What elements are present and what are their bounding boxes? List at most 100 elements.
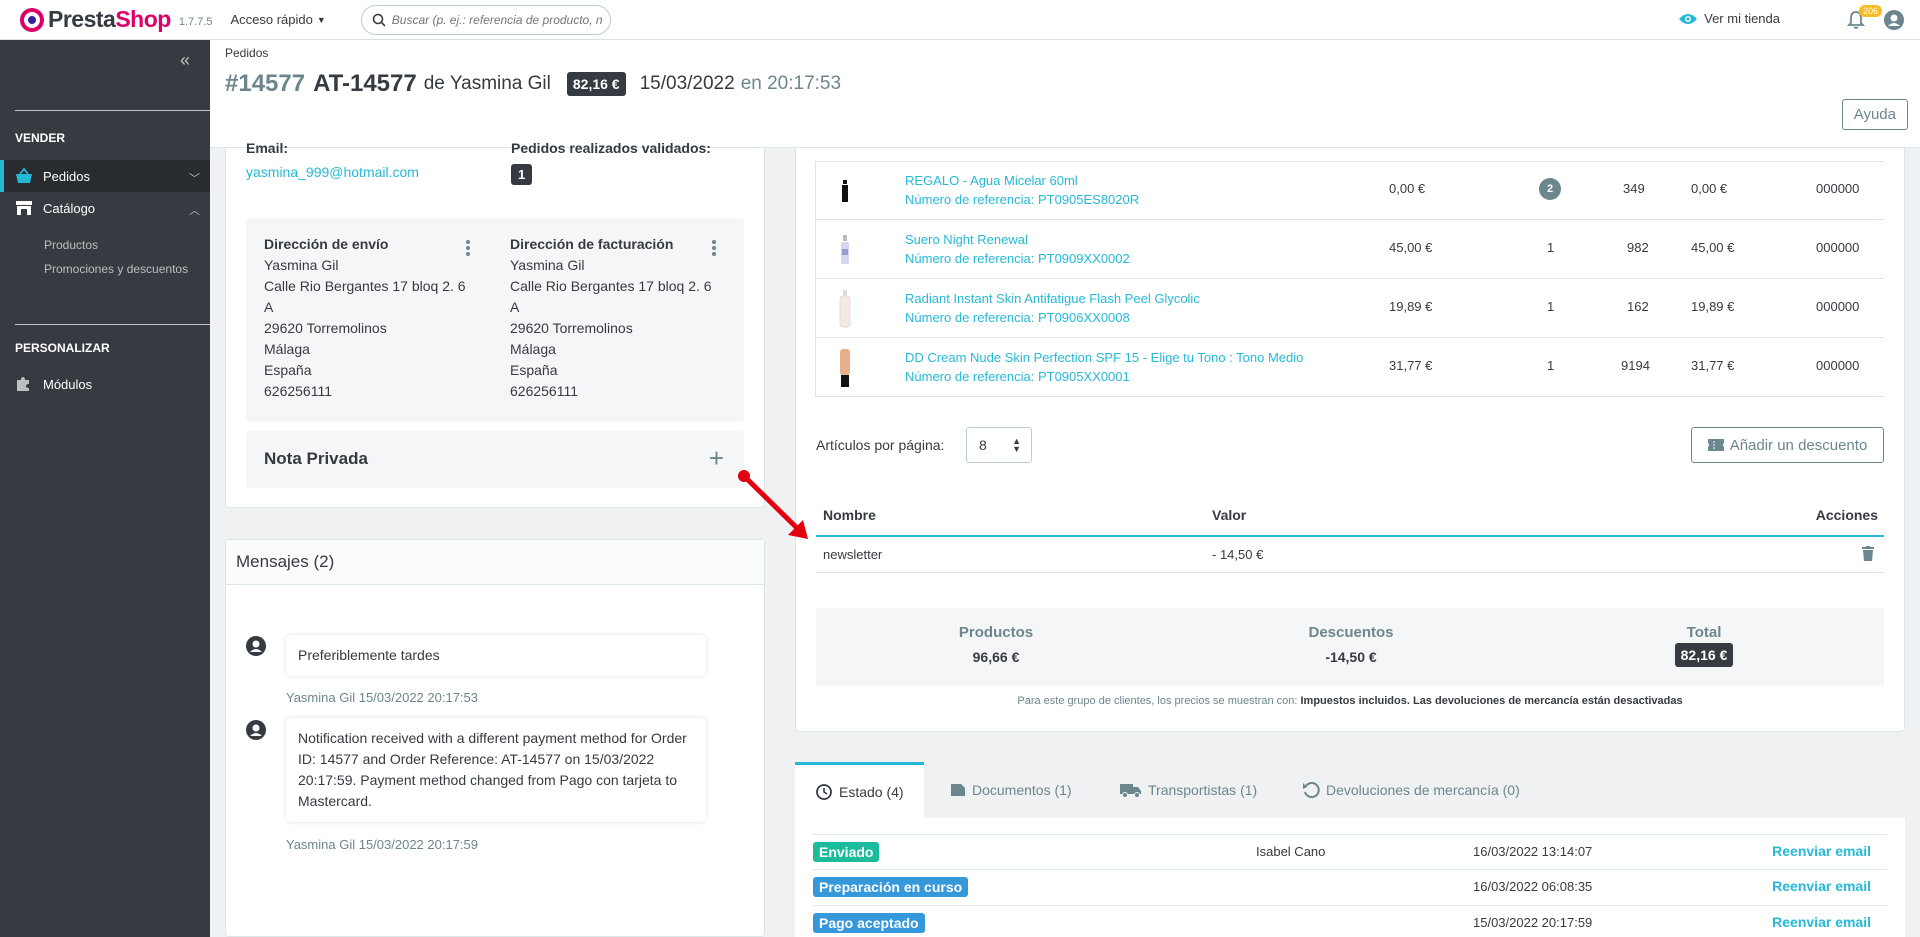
status-history-row: Enviado Isabel Cano 16/03/2022 13:14:07 …	[813, 834, 1887, 870]
address-line: 626256111	[264, 383, 332, 399]
help-button[interactable]: Ayuda	[1841, 99, 1908, 130]
notifications-button[interactable]: 206	[1846, 5, 1883, 33]
sidebar-item-catalog[interactable]: Catálogo ︿	[0, 192, 210, 224]
table-row: Suero Night Renewal Número de referencia…	[815, 220, 1884, 279]
tab-carriers[interactable]: Transportistas (1)	[1120, 762, 1257, 818]
items-per-page-value: 8	[979, 437, 987, 453]
sidebar-subitem-promotions[interactable]: Promociones y descuentos	[44, 262, 188, 276]
quick-access-dropdown[interactable]: Acceso rápido ▼	[230, 12, 325, 27]
tab-documents[interactable]: Documentos (1)	[950, 762, 1072, 818]
notifications-badge: 206	[1859, 5, 1883, 17]
order-reference: AT-14577	[313, 70, 417, 97]
sidebar-subitem-products[interactable]: Productos	[44, 238, 98, 252]
billing-address: Dirección de facturación Yasmina Gil Cal…	[510, 234, 740, 402]
sidebar-item-orders[interactable]: Pedidos ﹀	[0, 160, 210, 192]
address-line: Calle Rio Bergantes 17 bloq 2. 6	[510, 278, 712, 294]
address-line: A	[510, 299, 520, 315]
shipping-address: Dirección de envío Yasmina Gil Calle Rio…	[264, 234, 494, 402]
sidebar: « VENDER Pedidos ﹀ Catálogo ︿ Productos …	[0, 40, 210, 937]
billing-address-title: Dirección de facturación	[510, 236, 674, 252]
address-line: Yasmina Gil	[510, 257, 585, 273]
user-circle-icon	[246, 636, 266, 656]
total-label: Total	[1686, 624, 1722, 641]
caret-down-icon: ▼	[316, 14, 326, 25]
view-store-label: Ver mi tienda	[1704, 11, 1780, 26]
private-note-panel[interactable]: Nota Privada +	[246, 431, 744, 488]
available-stock: 162	[1627, 299, 1649, 314]
product-image	[835, 171, 855, 211]
quick-access-label: Acceso rápido	[230, 12, 313, 27]
status-history-row: Pago aceptado 15/03/2022 20:17:59 Reenvi…	[813, 906, 1887, 937]
tab-label: Devoluciones de mercancía (0)	[1326, 782, 1520, 798]
address-line: 29620 Torremolinos	[510, 320, 633, 336]
view-store-link[interactable]: Ver mi tienda	[1678, 11, 1780, 26]
page-title: #14577 AT-14577 de Yasmina Gil 82,16 € 1…	[225, 70, 841, 98]
sidebar-divider	[15, 110, 210, 111]
sidebar-item-label: Módulos	[43, 376, 93, 392]
addresses-panel: Dirección de envío Yasmina Gil Calle Rio…	[246, 218, 744, 422]
products-label: Productos	[958, 624, 1034, 641]
order-time: en 20:17:53	[740, 73, 842, 94]
tab-label: Documentos (1)	[972, 782, 1072, 798]
address-line: Málaga	[510, 341, 556, 357]
user-circle-icon	[246, 720, 266, 740]
product-name-link[interactable]: REGALO - Agua Micelar 60ml	[905, 173, 1078, 188]
email-label: Email:	[246, 140, 289, 156]
status-badge: Enviado	[813, 842, 880, 862]
puzzle-icon	[15, 376, 37, 392]
table-top-border	[815, 161, 1884, 162]
logo-text-shop: Shop	[115, 6, 171, 32]
history-icon	[816, 783, 832, 800]
employee-menu[interactable]	[1884, 10, 1904, 33]
quantity: 1	[1547, 358, 1555, 373]
totals-total: Total 82,16 €	[1604, 624, 1804, 667]
product-name-link[interactable]: Radiant Instant Skin Antifatigue Flash P…	[905, 291, 1200, 306]
collapse-sidebar-icon[interactable]: «	[180, 50, 190, 71]
discount-value: - 14,50 €	[1212, 547, 1264, 562]
resend-email-link[interactable]: Reenviar email	[1772, 878, 1871, 894]
ticket-icon	[1707, 439, 1724, 451]
store-icon	[15, 200, 37, 216]
shipping-more-icon[interactable]	[466, 240, 470, 256]
tab-status[interactable]: Estado (4)	[795, 762, 924, 818]
sidebar-item-modules[interactable]: Módulos	[0, 368, 210, 400]
address-line: 29620 Torremolinos	[264, 320, 387, 336]
product-name-link[interactable]: DD Cream Nude Skin Perfection SPF 15 - E…	[905, 350, 1303, 365]
billing-more-icon[interactable]	[712, 240, 716, 256]
customer-email-link[interactable]: yasmina_999@hotmail.com	[246, 164, 419, 180]
status-date: 15/03/2022 20:17:59	[1473, 915, 1593, 930]
breadcrumb[interactable]: Pedidos	[225, 46, 268, 60]
product-code: 000000	[1816, 240, 1860, 255]
annotation-arrow	[738, 470, 808, 539]
product-reference[interactable]: Número de referencia: PT0905ES8020R	[905, 192, 1139, 207]
unit-price: 19,89 €	[1389, 299, 1433, 314]
truck-icon	[1120, 784, 1141, 798]
line-total: 45,00 €	[1691, 240, 1735, 255]
add-discount-button[interactable]: Añadir un descuento	[1691, 427, 1884, 463]
product-reference[interactable]: Número de referencia: PT0906XX0008	[905, 310, 1130, 325]
prestashop-logo[interactable]: PrestaShop	[20, 6, 171, 33]
basket-icon	[15, 168, 37, 184]
product-name-link[interactable]: Suero Night Renewal	[905, 232, 1028, 247]
sidebar-item-label: Pedidos	[43, 168, 90, 184]
discount-name: newsletter	[823, 547, 883, 562]
select-arrows-icon: ▲ ▼	[1012, 436, 1021, 454]
address-line: A	[264, 299, 274, 315]
chevron-down-icon: ﹀	[189, 173, 200, 185]
tab-returns[interactable]: Devoluciones de mercancía (0)	[1302, 762, 1520, 818]
title-de: de	[423, 73, 445, 94]
items-per-page-select[interactable]: 8 ▲ ▼	[966, 427, 1032, 463]
trash-icon[interactable]	[1862, 546, 1874, 561]
search-input[interactable]	[391, 12, 602, 27]
totals-discounts: Descuentos -14,50 €	[1251, 624, 1451, 665]
search-box[interactable]	[360, 4, 611, 35]
quantity-badge: 2	[1539, 178, 1561, 200]
resend-email-link[interactable]: Reenviar email	[1772, 914, 1871, 930]
product-reference[interactable]: Número de referencia: PT0909XX0002	[905, 251, 1130, 266]
plus-icon[interactable]: +	[709, 443, 724, 474]
resend-email-link[interactable]: Reenviar email	[1772, 843, 1871, 859]
product-reference[interactable]: Número de referencia: PT0905XX0001	[905, 369, 1130, 384]
status-badge: Pago aceptado	[813, 913, 925, 933]
message-bubble: Preferiblemente tardes	[286, 635, 706, 676]
product-image	[835, 348, 855, 388]
